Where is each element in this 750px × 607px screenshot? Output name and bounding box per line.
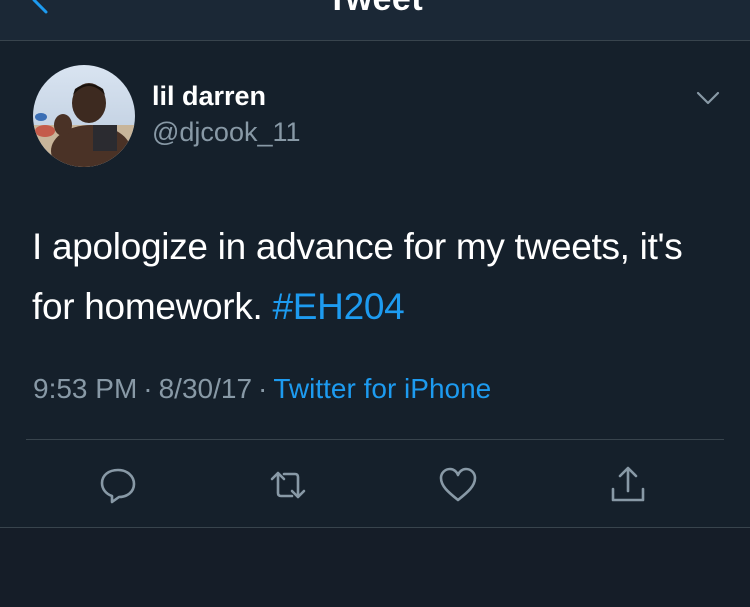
reply-icon[interactable]	[98, 465, 138, 505]
username[interactable]: @djcook_11	[152, 117, 301, 148]
divider	[26, 439, 724, 440]
share-icon[interactable]	[608, 465, 648, 505]
tweet-card: lil darren @djcook_11 I apologize in adv…	[0, 41, 750, 528]
tweet-date: 8/30/17	[158, 373, 253, 404]
tweet-meta: 9:53 PM · 8/30/17 · Twitter for iPhone	[33, 373, 491, 405]
avatar[interactable]	[33, 65, 135, 167]
meta-separator: ·	[143, 373, 153, 404]
heart-icon[interactable]	[438, 465, 478, 505]
display-name[interactable]: lil darren	[152, 81, 266, 112]
avatar-image	[33, 65, 135, 167]
tweet-source-link[interactable]: Twitter for iPhone	[273, 373, 491, 404]
chevron-down-icon[interactable]	[694, 87, 722, 109]
retweet-icon[interactable]	[268, 465, 308, 505]
tweet-text: I apologize in advance for my tweets, it…	[32, 217, 722, 337]
page-title: Tweet	[0, 0, 750, 19]
tweet-detail-screen: Tweet lil darren	[0, 0, 750, 607]
navigation-bar: Tweet	[0, 0, 750, 41]
hashtag-link[interactable]: #EH204	[273, 286, 405, 327]
empty-area	[0, 528, 750, 607]
tweet-time: 9:53 PM	[33, 373, 138, 404]
meta-separator: ·	[258, 373, 268, 404]
